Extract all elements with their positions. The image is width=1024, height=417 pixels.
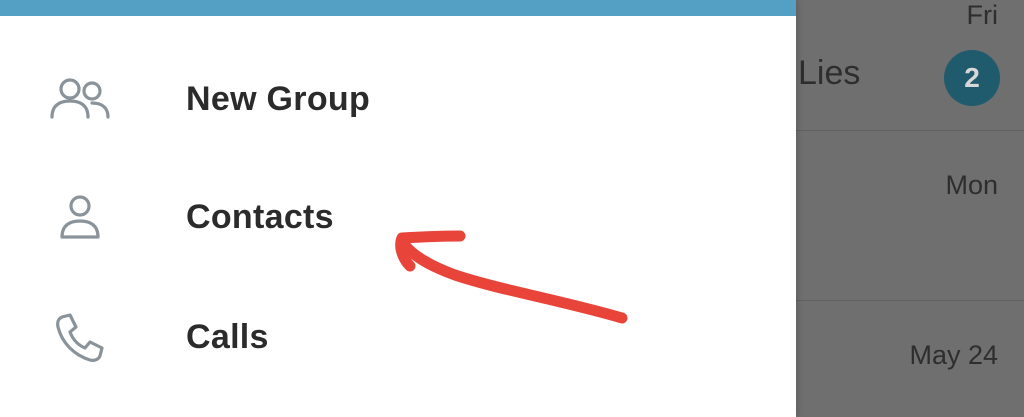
chat-name-fragment: Lies <box>798 54 861 92</box>
chat-time: Mon <box>945 170 998 200</box>
person-icon <box>48 185 112 249</box>
navigation-drawer: New Group Contacts Calls <box>0 0 796 417</box>
group-icon <box>48 67 112 131</box>
menu-item-contacts[interactable]: Contacts <box>0 158 796 276</box>
chat-time: Fri <box>966 0 998 30</box>
drawer-header <box>0 0 796 16</box>
menu-item-label: Contacts <box>186 197 334 236</box>
menu-item-new-group[interactable]: New Group <box>0 40 796 158</box>
chat-time: May 24 <box>909 340 998 370</box>
phone-icon <box>48 305 112 369</box>
unread-badge: 2 <box>944 50 1000 106</box>
menu-item-label: New Group <box>186 79 371 118</box>
telegram-screen: Fri Lies 2 Mon May 24 New Group Contacts… <box>0 0 1024 417</box>
menu-item-calls[interactable]: Calls <box>0 278 796 396</box>
menu-item-label: Calls <box>186 317 269 356</box>
